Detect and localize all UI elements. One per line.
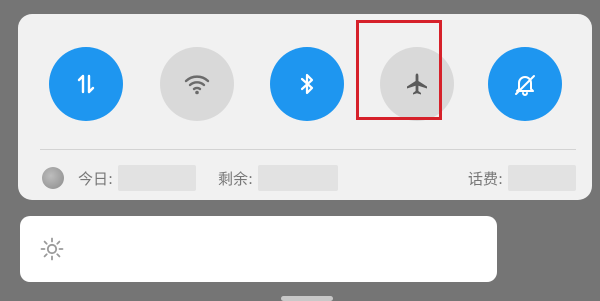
- brightness-slider[interactable]: [20, 216, 497, 282]
- bluetooth-icon: [296, 71, 318, 97]
- data-usage-row[interactable]: 今日: 剩余: 话费:: [18, 164, 592, 192]
- wifi-icon: [183, 72, 211, 96]
- balance-value-blurred: [508, 165, 576, 191]
- balance-label: 话费:: [468, 170, 504, 188]
- remaining-value-blurred: [258, 165, 338, 191]
- airplane-mode-highlight-box: [356, 20, 442, 120]
- brightness-sun-icon: [40, 237, 64, 265]
- data-arrows-icon: [73, 71, 99, 97]
- mobile-data-toggle[interactable]: [49, 47, 123, 121]
- bell-off-icon: [512, 71, 538, 97]
- silent-mode-toggle[interactable]: [488, 47, 562, 121]
- quick-settings-panel: 今日: 剩余: 话费:: [18, 14, 592, 200]
- remaining-label: 剩余:: [218, 170, 254, 188]
- wifi-toggle[interactable]: [160, 47, 234, 121]
- today-value-blurred: [118, 165, 196, 191]
- bluetooth-toggle[interactable]: [270, 47, 344, 121]
- bottom-drag-handle[interactable]: [281, 296, 333, 301]
- moon-icon: [42, 167, 64, 189]
- today-label: 今日:: [78, 170, 114, 188]
- panel-divider: [40, 149, 576, 150]
